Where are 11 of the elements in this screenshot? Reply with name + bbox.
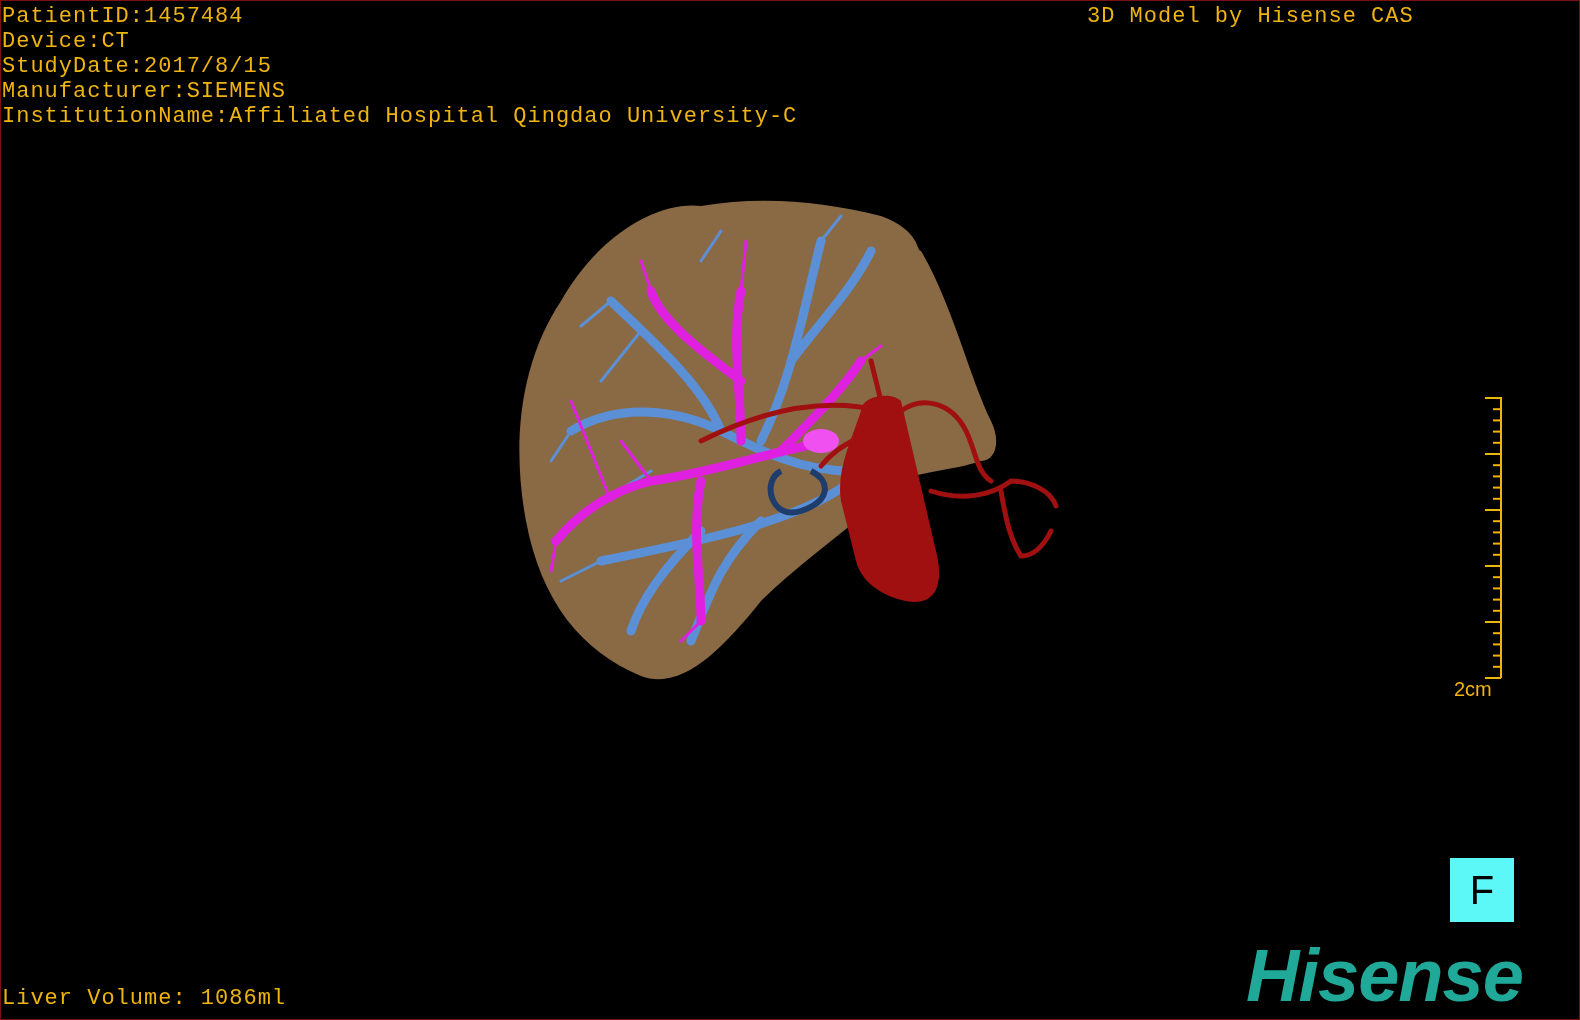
- scale-bar-icon: [1485, 397, 1502, 679]
- patient-info-text: Device:CT: [2, 29, 131, 54]
- orientation-marker: F: [1450, 858, 1514, 922]
- patient-info-text: PatientID:1457484: [2, 4, 245, 29]
- header-title: 3D Model by Hisense CAS: [1087, 4, 1414, 29]
- patient-info-text: InstitutionName:Affiliated Hospital Qingdao University-C: [2, 104, 798, 129]
- liver-volume-text: Liver Volume: 1086ml: [2, 986, 287, 1011]
- hisense-logo: Hisense: [1246, 936, 1523, 1016]
- patient-info-text: StudyDate:2017/8/15: [2, 54, 273, 79]
- patient-info-text: Manufacturer:SIEMENS: [2, 79, 288, 104]
- scale-bar-label: 2cm: [1454, 678, 1492, 700]
